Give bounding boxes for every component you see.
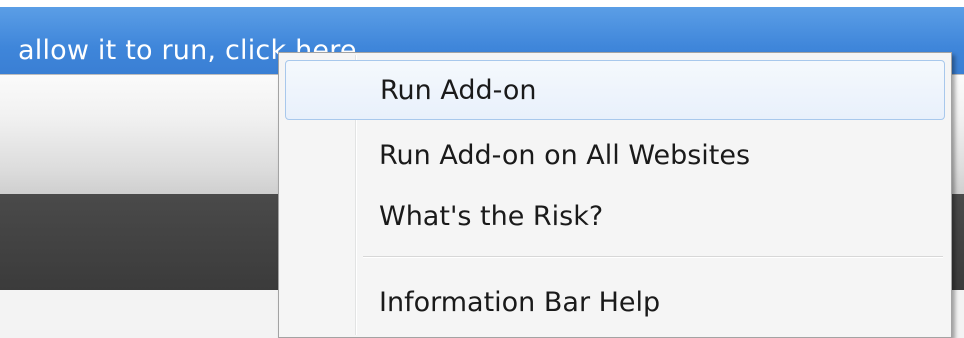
menu-item-run-add-on[interactable]: Run Add-on <box>285 60 945 120</box>
menu-item-run-add-on-all-websites[interactable]: Run Add-on on All Websites <box>285 126 945 186</box>
menu-separator <box>363 256 943 258</box>
menu-item-label: Run Add-on <box>380 75 537 106</box>
menu-item-information-bar-help[interactable]: Information Bar Help <box>285 273 945 333</box>
menu-item-label: What's the Risk? <box>379 201 604 232</box>
menu-item-label: Run Add-on on All Websites <box>379 140 751 171</box>
menu-item-label: Information Bar Help <box>379 287 661 318</box>
menu-item-whats-the-risk[interactable]: What's the Risk? <box>285 187 945 247</box>
browser-screen: allow it to run, click here... Run Add-o… <box>0 0 964 338</box>
information-bar-context-menu: Run Add-on Run Add-on on All Websites Wh… <box>278 52 952 338</box>
